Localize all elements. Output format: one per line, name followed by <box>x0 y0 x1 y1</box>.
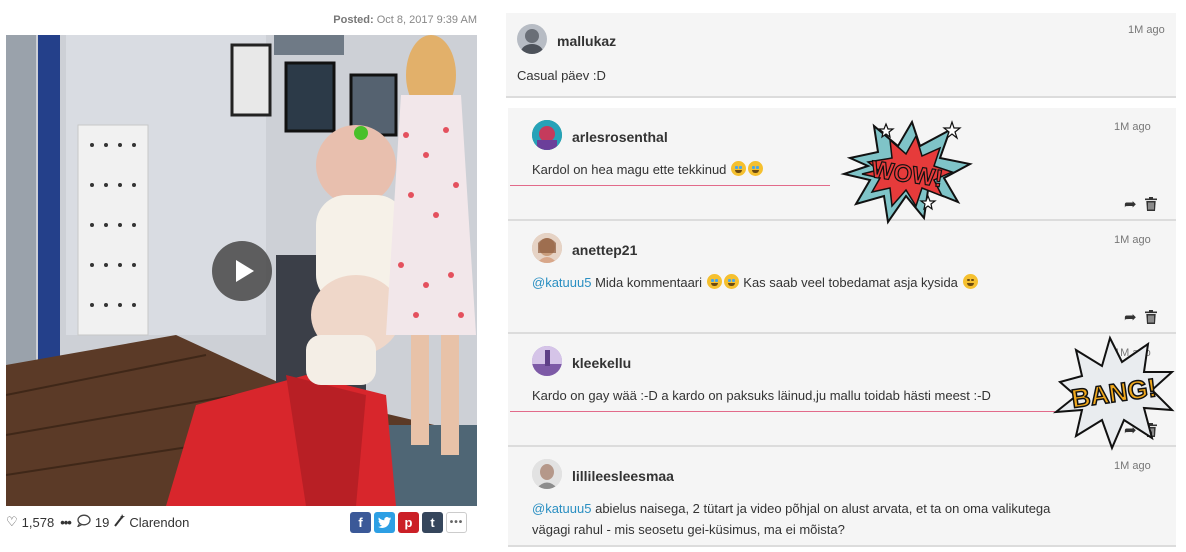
comments-panel: mallukaz 1M ago Casual päev :D arlesrose… <box>506 10 1176 552</box>
video-thumbnail[interactable] <box>6 35 477 506</box>
trash-icon[interactable] <box>1145 197 1157 211</box>
user-mention-link[interactable]: @katuuu5 <box>532 501 591 516</box>
comments-count: 19 <box>94 514 110 530</box>
share-buttons: f p t ••• <box>350 512 467 533</box>
tears-of-joy-emoji-icon <box>706 274 722 289</box>
comment-text: Casual päev :D <box>517 68 606 83</box>
post-panel: Posted: Oct 8, 2017 9:39 AM ♡ 1,578 ••• … <box>0 0 490 552</box>
twitter-share-button[interactable] <box>374 512 395 533</box>
avatar[interactable] <box>532 346 562 376</box>
tumblr-share-button[interactable]: t <box>422 512 443 533</box>
comment-card: arlesrosenthal 1M ago Kardol on hea magu… <box>508 108 1176 221</box>
trash-icon[interactable] <box>1145 310 1157 324</box>
reply-arrow-icon[interactable]: ➦ <box>1124 308 1137 326</box>
separator-dots-icon: ••• <box>60 514 72 530</box>
avatar[interactable] <box>517 24 547 54</box>
comment-card: mallukaz 1M ago Casual päev :D <box>506 13 1176 98</box>
comment-card: anettep21 1M ago @katuuu5 Mida kommentaa… <box>508 221 1176 334</box>
comment-username[interactable]: kleekellu <box>572 355 631 371</box>
comment-username[interactable]: mallukaz <box>557 33 616 49</box>
comment-timestamp: 1M ago <box>1128 24 1165 36</box>
user-mention-link[interactable]: @katuuu5 <box>532 275 591 290</box>
likes-count: 1,578 <box>21 514 55 530</box>
reply-arrow-icon[interactable]: ➦ <box>1124 195 1137 213</box>
trash-icon[interactable] <box>1145 423 1157 437</box>
avatar[interactable] <box>532 120 562 150</box>
twitter-bird-icon <box>378 517 391 528</box>
avatar[interactable] <box>532 233 562 263</box>
comment-text: @katuuu5 abielus naisega, 2 tütart ja vi… <box>532 501 1051 538</box>
facebook-share-button[interactable]: f <box>350 512 371 533</box>
comment-underline <box>510 411 1055 412</box>
comment-timestamp: 1M ago <box>1114 460 1151 472</box>
filter-name: Clarendon <box>129 514 190 530</box>
comment-card: lillileesleesmaa 1M ago @katuuu5 abielus… <box>508 447 1176 547</box>
tears-of-joy-emoji-icon <box>731 161 747 176</box>
heart-icon[interactable]: ♡ <box>6 514 18 530</box>
comment-text: @katuuu5 Mida kommentaari Kas saab veel … <box>532 272 979 293</box>
comment-bubble-icon[interactable] <box>76 514 91 530</box>
pinterest-share-button[interactable]: p <box>398 512 419 533</box>
grinning-emoji-icon <box>962 274 978 289</box>
posted-timestamp: Posted: Oct 8, 2017 9:39 AM <box>333 14 477 26</box>
comment-username[interactable]: arlesrosenthal <box>572 129 668 145</box>
tears-of-joy-emoji-icon <box>723 274 739 289</box>
comment-username[interactable]: anettep21 <box>572 242 637 258</box>
avatar[interactable] <box>532 459 562 489</box>
comment-timestamp: 1M ago <box>1114 121 1151 133</box>
comment-timestamp: 1M ago <box>1114 234 1151 246</box>
post-stats: ♡ 1,578 ••• 19 Clarendon <box>6 514 189 530</box>
comment-text: Kardo on gay wää :-D a kardo on paksuks … <box>532 388 991 403</box>
comment-timestamp: 1M ago <box>1114 347 1151 359</box>
more-share-button[interactable]: ••• <box>446 512 467 533</box>
comment-text: Kardol on hea magu ette tekkinud <box>532 159 764 180</box>
tears-of-joy-emoji-icon <box>748 161 764 176</box>
play-button[interactable] <box>212 241 272 301</box>
reply-arrow-icon[interactable]: ➦ <box>1124 421 1137 439</box>
comment-username[interactable]: lillileesleesmaa <box>572 468 674 484</box>
comment-underline <box>510 185 830 186</box>
comment-card: kleekellu 1M ago Kardo on gay wää :-D a … <box>508 334 1176 447</box>
magic-wand-icon <box>113 514 126 530</box>
